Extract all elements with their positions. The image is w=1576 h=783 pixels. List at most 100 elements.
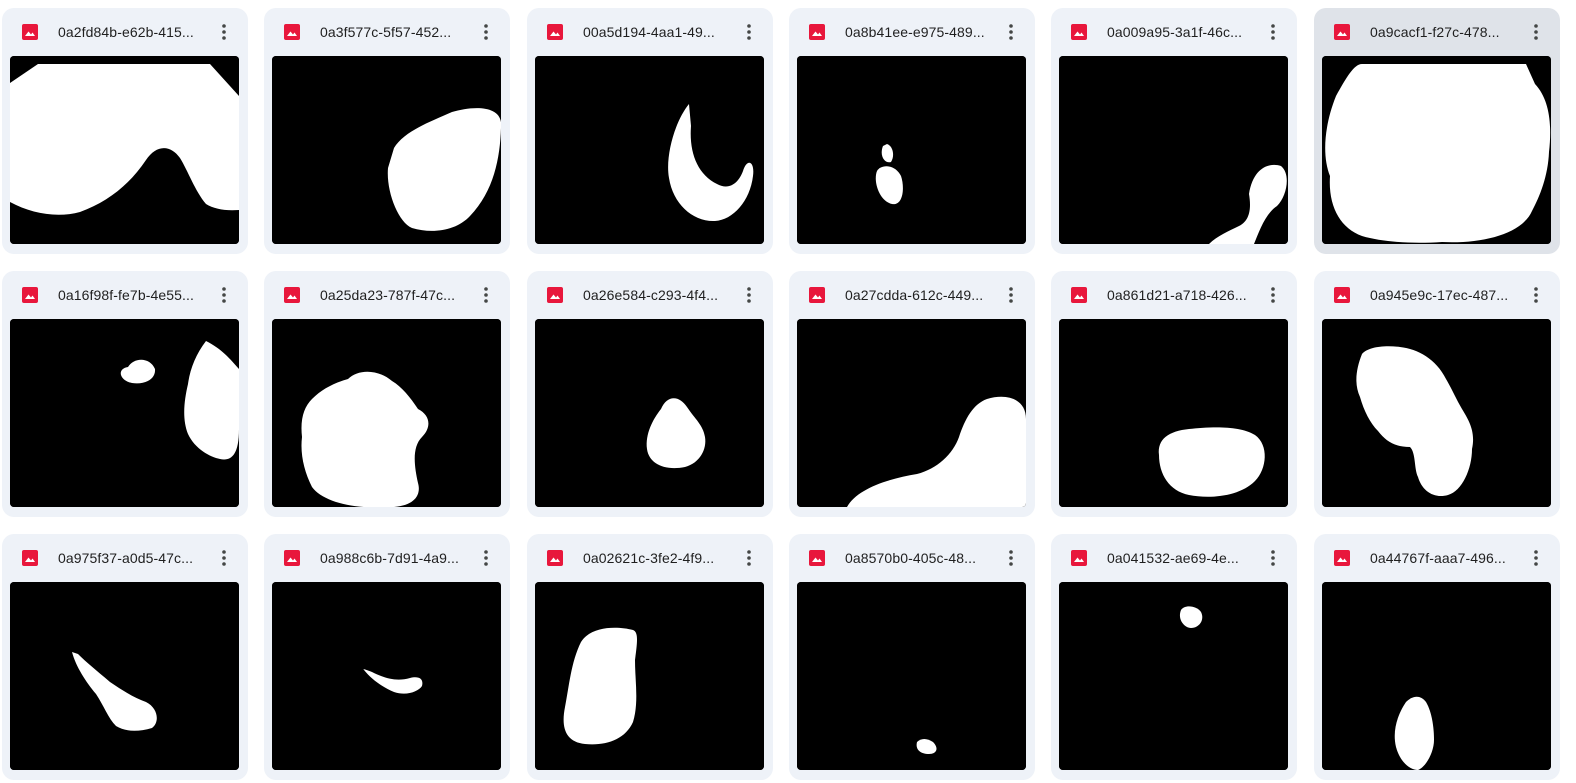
more-vert-icon	[1009, 550, 1013, 566]
file-thumbnail[interactable]	[797, 319, 1026, 507]
file-thumbnail[interactable]	[1322, 56, 1551, 244]
file-card[interactable]: 0a8570b0-405c-48...	[789, 534, 1035, 780]
more-vert-icon	[484, 287, 488, 303]
file-thumbnail[interactable]	[1322, 319, 1551, 507]
image-file-icon	[1334, 550, 1350, 566]
more-options-button[interactable]	[735, 281, 763, 309]
file-card-header[interactable]: 0a27cdda-612c-449...	[789, 271, 1035, 319]
file-card[interactable]: 0a988c6b-7d91-4a9...	[264, 534, 510, 780]
file-thumbnail[interactable]	[1059, 582, 1288, 770]
file-card-header[interactable]: 0a8b41ee-e975-489...	[789, 8, 1035, 56]
file-card[interactable]: 0a009a95-3a1f-46c...	[1051, 8, 1297, 254]
more-options-button[interactable]	[210, 281, 238, 309]
file-card-header[interactable]: 0a3f577c-5f57-452...	[264, 8, 510, 56]
file-thumbnail[interactable]	[272, 56, 501, 244]
file-card-header[interactable]: 0a9cacf1-f27c-478...	[1314, 8, 1560, 56]
file-thumbnail[interactable]	[10, 582, 239, 770]
file-card[interactable]: 0a44767f-aaa7-496...	[1314, 534, 1560, 780]
more-options-button[interactable]	[997, 18, 1025, 46]
more-options-button[interactable]	[210, 544, 238, 572]
image-file-icon	[22, 550, 38, 566]
file-name: 0a8b41ee-e975-489...	[845, 24, 985, 40]
more-vert-icon	[1271, 24, 1275, 40]
more-options-button[interactable]	[735, 544, 763, 572]
file-card[interactable]: 00a5d194-4aa1-49...	[527, 8, 773, 254]
image-file-icon	[1071, 550, 1087, 566]
file-card[interactable]: 0a861d21-a718-426...	[1051, 271, 1297, 517]
file-card[interactable]: 0a975f37-a0d5-47c...	[2, 534, 248, 780]
file-card-header[interactable]: 0a26e584-c293-4f4...	[527, 271, 773, 319]
file-card-header[interactable]: 0a041532-ae69-4e...	[1051, 534, 1297, 582]
more-options-button[interactable]	[1522, 281, 1550, 309]
file-card-header[interactable]: 0a2fd84b-e62b-415...	[2, 8, 248, 56]
file-card[interactable]: 0a945e9c-17ec-487...	[1314, 271, 1560, 517]
more-vert-icon	[1534, 550, 1538, 566]
mask-image	[1059, 582, 1288, 770]
file-name: 0a975f37-a0d5-47c...	[58, 550, 194, 566]
file-card-header[interactable]: 0a02621c-3fe2-4f9...	[527, 534, 773, 582]
file-card-header[interactable]: 0a009a95-3a1f-46c...	[1051, 8, 1297, 56]
more-options-button[interactable]	[735, 18, 763, 46]
file-card[interactable]: 0a9cacf1-f27c-478...	[1314, 8, 1560, 254]
file-card[interactable]: 0a02621c-3fe2-4f9...	[527, 534, 773, 780]
file-card[interactable]: 0a2fd84b-e62b-415...	[2, 8, 248, 254]
more-vert-icon	[747, 287, 751, 303]
file-thumbnail[interactable]	[1322, 582, 1551, 770]
image-file-icon	[1334, 287, 1350, 303]
file-card-header[interactable]: 0a44767f-aaa7-496...	[1314, 534, 1560, 582]
file-thumbnail[interactable]	[797, 56, 1026, 244]
image-file-icon	[284, 24, 300, 40]
file-name: 0a27cdda-612c-449...	[845, 287, 984, 303]
file-card-header[interactable]: 0a861d21-a718-426...	[1051, 271, 1297, 319]
more-options-button[interactable]	[472, 544, 500, 572]
file-thumbnail[interactable]	[10, 319, 239, 507]
file-name: 0a8570b0-405c-48...	[845, 550, 977, 566]
mask-image	[10, 582, 239, 770]
file-thumbnail[interactable]	[535, 582, 764, 770]
more-vert-icon	[222, 550, 226, 566]
file-thumbnail[interactable]	[10, 56, 239, 244]
more-options-button[interactable]	[1259, 281, 1287, 309]
image-file-icon	[809, 287, 825, 303]
file-card-header[interactable]: 0a945e9c-17ec-487...	[1314, 271, 1560, 319]
file-name: 0a3f577c-5f57-452...	[320, 24, 452, 40]
file-card-header[interactable]: 0a988c6b-7d91-4a9...	[264, 534, 510, 582]
more-options-button[interactable]	[1259, 18, 1287, 46]
file-thumbnail[interactable]	[797, 582, 1026, 770]
file-name: 0a02621c-3fe2-4f9...	[583, 550, 715, 566]
file-card[interactable]: 0a26e584-c293-4f4...	[527, 271, 773, 517]
file-name: 0a988c6b-7d91-4a9...	[320, 550, 459, 566]
file-thumbnail[interactable]	[1059, 56, 1288, 244]
file-thumbnail[interactable]	[535, 56, 764, 244]
more-options-button[interactable]	[1522, 544, 1550, 572]
file-card[interactable]: 0a3f577c-5f57-452...	[264, 8, 510, 254]
file-card-header[interactable]: 00a5d194-4aa1-49...	[527, 8, 773, 56]
file-name: 0a2fd84b-e62b-415...	[58, 24, 194, 40]
more-options-button[interactable]	[210, 18, 238, 46]
more-options-button[interactable]	[472, 18, 500, 46]
file-card[interactable]: 0a27cdda-612c-449...	[789, 271, 1035, 517]
file-thumbnail[interactable]	[272, 582, 501, 770]
more-options-button[interactable]	[997, 544, 1025, 572]
file-thumbnail[interactable]	[1059, 319, 1288, 507]
file-name: 0a26e584-c293-4f4...	[583, 287, 719, 303]
file-card-header[interactable]: 0a8570b0-405c-48...	[789, 534, 1035, 582]
file-card[interactable]: 0a041532-ae69-4e...	[1051, 534, 1297, 780]
file-card-header[interactable]: 0a16f98f-fe7b-4e55...	[2, 271, 248, 319]
file-thumbnail[interactable]	[272, 319, 501, 507]
file-name: 0a041532-ae69-4e...	[1107, 550, 1239, 566]
file-thumbnail[interactable]	[535, 319, 764, 507]
more-options-button[interactable]	[1522, 18, 1550, 46]
file-name: 0a009a95-3a1f-46c...	[1107, 24, 1243, 40]
file-card-header[interactable]: 0a25da23-787f-47c...	[264, 271, 510, 319]
file-card[interactable]: 0a8b41ee-e975-489...	[789, 8, 1035, 254]
more-options-button[interactable]	[997, 281, 1025, 309]
mask-image	[272, 56, 501, 244]
more-options-button[interactable]	[472, 281, 500, 309]
file-card[interactable]: 0a25da23-787f-47c...	[264, 271, 510, 517]
file-card-header[interactable]: 0a975f37-a0d5-47c...	[2, 534, 248, 582]
mask-image	[535, 582, 764, 770]
file-card[interactable]: 0a16f98f-fe7b-4e55...	[2, 271, 248, 517]
mask-image	[797, 56, 1026, 244]
more-options-button[interactable]	[1259, 544, 1287, 572]
